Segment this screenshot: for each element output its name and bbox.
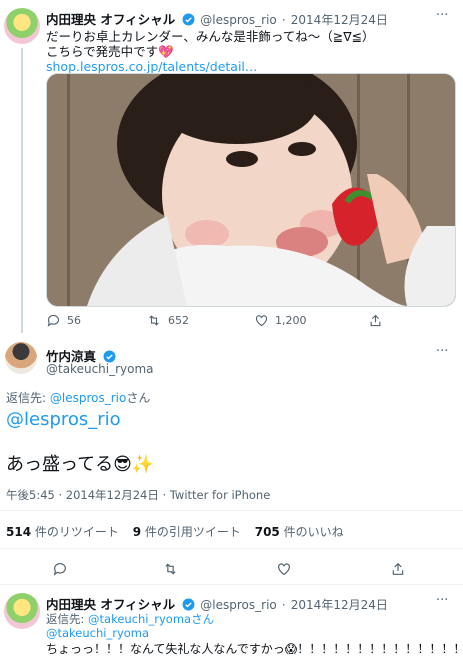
avatar[interactable] [4,8,40,44]
share-icon [370,314,381,327]
reply-context: 返信先: @takeuchi_ryomaさん [46,611,214,627]
reply-to-handle[interactable]: @lespros_rio [50,391,126,405]
share-icon [392,562,404,575]
handle[interactable]: @lespros_rio [200,598,276,612]
mention-link[interactable]: @lespros_rio [6,409,121,430]
reply-context: 返信先: @lespros_rioさん [6,389,150,406]
quote-stat[interactable]: 9 件の引用ツイート [133,525,241,539]
display-name[interactable]: 内田理央 オフィシャル [46,12,175,27]
avatar[interactable] [4,593,40,629]
share-button[interactable] [390,561,406,577]
like-icon [255,315,268,327]
reply-to-handle[interactable]: @takeuchi_ryomaさん [88,612,214,626]
reply-button[interactable] [52,561,68,577]
retweet-button[interactable] [162,561,179,577]
like-count: 1,200 [275,314,307,327]
more-icon[interactable]: ··· [436,593,448,608]
reply-icon [47,314,60,327]
like-button[interactable]: 1,200 [254,313,307,328]
verified-badge-icon [182,13,195,26]
like-stat[interactable]: 705 件のいいね [255,525,344,539]
reply-to-prefix: 返信先: [6,391,50,405]
handle[interactable]: @takeuchi_ryoma [46,362,154,376]
handle[interactable]: @lespros_rio [200,13,276,27]
tweet-header: 内田理央 オフィシャル @lespros_rio · 2014年12月24日 [46,9,388,28]
reply-count: 56 [67,314,81,327]
share-button[interactable] [368,313,383,328]
reply-icon [53,563,66,576]
divider [0,510,463,511]
reply-button[interactable]: 56 [46,313,81,328]
separator: · [281,598,286,612]
date[interactable]: 2014年12月24日 [291,598,388,612]
tweet-photo[interactable] [46,73,456,307]
photo-illustration [47,74,455,306]
avatar[interactable] [5,342,37,374]
divider [0,584,463,585]
reply-to-prefix: 返信先: [46,612,89,626]
tweet-text: ちょっっ！！！なんて失礼な人なんですかっ😱！！！！！！！！！！！！！！！ [46,642,463,656]
retweet-stat[interactable]: 514 件のリツイート [6,525,119,539]
date[interactable]: 2014年12月24日 [291,13,388,27]
divider [0,548,463,549]
more-icon[interactable]: ··· [436,8,448,23]
stats-row: 514 件のリツイート 9 件の引用ツイート 705 件のいいね [6,523,344,540]
like-button[interactable] [276,561,292,577]
display-name[interactable]: 内田理央 オフィシャル [46,597,175,612]
thread-line [21,48,23,333]
reply-to-suffix: さん [126,391,151,405]
more-icon[interactable]: ··· [436,344,448,359]
like-icon [278,563,290,576]
mention-link[interactable]: @takeuchi_ryoma [46,626,149,640]
retweet-icon [165,563,176,575]
tweet-timestamp[interactable]: 午後5:45 · 2014年12月24日 · Twitter for iPhon… [6,487,270,503]
retweet-icon [149,315,159,326]
retweet-count: 652 [168,314,189,327]
verified-badge-icon [182,598,195,611]
retweet-button[interactable]: 652 [146,313,189,328]
tweet-text: あっ盛ってる😎✨ [6,454,155,475]
separator: · [281,13,286,27]
